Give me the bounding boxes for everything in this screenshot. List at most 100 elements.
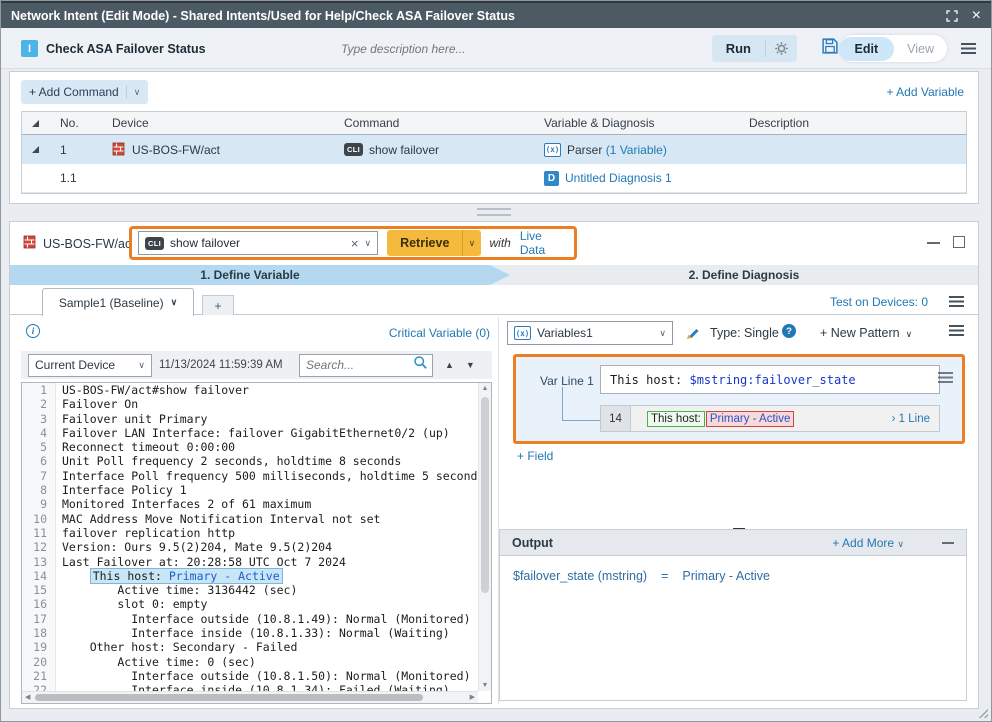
parser-icon: (x) — [544, 143, 561, 157]
header-menu-icon[interactable] — [961, 43, 976, 54]
scroll-right-icon[interactable]: ▶ — [470, 693, 475, 701]
collapse-row-icon[interactable] — [22, 146, 48, 153]
expand-icon[interactable] — [946, 10, 958, 22]
save-icon[interactable] — [821, 37, 839, 60]
command-value[interactable]: show failover — [170, 236, 345, 250]
run-button[interactable]: Run — [712, 41, 765, 56]
line-number: 5 — [22, 440, 56, 454]
table-row[interactable]: 1 US-BOS-FW/act CLI show failover (x) Pa… — [22, 135, 966, 164]
variable-icon: (x) — [514, 326, 531, 340]
device-scope-select[interactable]: Current Device ∨ — [28, 354, 152, 377]
scroll-up-icon[interactable]: ▲ — [479, 385, 491, 392]
line-number: 18 — [22, 626, 56, 640]
horizontal-scrollbar[interactable]: ◀ ▶ — [22, 691, 478, 703]
new-pattern-button[interactable]: + New Pattern∨ — [820, 326, 912, 340]
output-title: Output — [512, 536, 832, 550]
pattern-input[interactable]: This host: $mstring:failover_state — [600, 365, 940, 394]
clear-icon[interactable]: × — [351, 236, 359, 251]
row-number: 1.1 — [48, 171, 100, 185]
edit-view-toggle[interactable]: Edit View — [839, 35, 947, 62]
output-collapse-icon[interactable] — [942, 542, 954, 544]
step1-define-variable[interactable]: 1. Define Variable — [10, 265, 490, 285]
line-number: 13 — [22, 555, 56, 569]
command-text: show failover — [369, 143, 439, 157]
match-count-link[interactable]: › 1 Line — [892, 413, 930, 425]
add-field-link[interactable]: + Field — [517, 449, 553, 463]
help-icon[interactable]: ? — [782, 324, 796, 338]
chevron-down-icon[interactable]: ∨ — [134, 87, 141, 98]
collapse-all-icon[interactable] — [22, 120, 48, 127]
vertical-scroll-thumb[interactable] — [481, 397, 489, 593]
match-preview-row[interactable]: 14 This host: Primary - Active › 1 Line — [600, 405, 940, 432]
next-match-icon[interactable]: ▼ — [466, 360, 475, 370]
chevron-down-icon[interactable]: ∨ — [906, 329, 913, 339]
pattern-menu-icon[interactable] — [949, 325, 964, 336]
view-toggle-option[interactable]: View — [894, 37, 947, 61]
close-icon[interactable]: × — [972, 8, 981, 24]
tab-menu-icon[interactable] — [949, 296, 964, 307]
chevron-down-icon[interactable]: ∨ — [138, 360, 145, 371]
prev-match-icon[interactable]: ▲ — [445, 360, 454, 370]
chevron-down-icon[interactable]: ∨ — [364, 238, 371, 249]
tab-sample1-baseline[interactable]: Sample1 (Baseline) ∨ — [42, 288, 194, 316]
diagnosis-link[interactable]: Untitled Diagnosis 1 — [565, 171, 672, 185]
divider — [126, 85, 127, 99]
retrieve-button-group[interactable]: Retrieve ∨ — [387, 230, 480, 256]
horizontal-scroll-thumb[interactable] — [35, 694, 423, 701]
variables-select[interactable]: (x) Variables1 ∨ — [507, 321, 673, 345]
chevron-down-icon[interactable]: ∨ — [659, 328, 666, 339]
code-line: 1US-BOS-FW/act#show failover — [22, 383, 491, 397]
add-command-button[interactable]: + Add Command ∨ — [21, 80, 148, 104]
run-settings-gear-icon[interactable] — [766, 41, 797, 56]
col-no: No. — [48, 116, 100, 130]
search-input[interactable] — [306, 358, 413, 372]
vertical-scrollbar[interactable]: ▲ ▼ — [478, 383, 491, 691]
equals-sign: = — [661, 569, 668, 583]
parser-label[interactable]: Parser (1 Variable) — [567, 143, 667, 157]
search-icon[interactable] — [413, 355, 428, 375]
commands-panel: + Add Command ∨ + Add Variable No. Devic… — [9, 71, 979, 204]
code-line: 8Interface Policy 1 — [22, 483, 491, 497]
line-text: Active time: 0 (sec) — [56, 655, 256, 669]
panel-splitter[interactable] — [9, 205, 979, 219]
info-icon[interactable]: i — [26, 324, 40, 338]
add-more-button[interactable]: + Add More ∨ — [832, 534, 904, 552]
code-line: 7Interface Poll frequency 500 millisecon… — [22, 469, 491, 483]
scroll-down-icon[interactable]: ▼ — [479, 682, 491, 689]
match-value-highlight: Primary - Active — [706, 411, 795, 427]
live-data-link[interactable]: Live Data — [520, 229, 568, 257]
col-device: Device — [100, 116, 332, 130]
code-line: 6Unit Poll frequency 2 seconds, holdtime… — [22, 454, 491, 468]
var-line-menu-icon[interactable] — [938, 372, 953, 383]
line-text: Unit Poll frequency 2 seconds, holdtime … — [56, 454, 401, 468]
search-box[interactable] — [299, 354, 433, 377]
cli-output-lines: 1US-BOS-FW/act#show failover2Failover On… — [22, 383, 491, 704]
cli-output-box[interactable]: 1US-BOS-FW/act#show failover2Failover On… — [21, 382, 492, 704]
add-variable-link[interactable]: + Add Variable — [886, 85, 964, 99]
command-highlight-box: CLI show failover × ∨ Retrieve ∨ with Li… — [129, 226, 577, 260]
chevron-down-icon[interactable]: ∨ — [171, 297, 178, 308]
line-number: 2 — [22, 397, 56, 411]
table-header-row: No. Device Command Variable & Diagnosis … — [22, 112, 966, 135]
retrieve-button[interactable]: Retrieve — [387, 230, 462, 256]
scroll-left-icon[interactable]: ◀ — [25, 693, 30, 701]
collapse-icon[interactable] — [927, 242, 940, 244]
line-text: Version: Ours 9.5(2)204, Mate 9.5(2)204 — [56, 540, 332, 554]
splitter-grip-icon[interactable] — [477, 208, 511, 216]
retrieve-chevron-icon[interactable]: ∨ — [462, 230, 480, 256]
run-button-group[interactable]: Run — [712, 35, 797, 62]
edit-toggle-option[interactable]: Edit — [839, 37, 895, 61]
critical-variable-link[interactable]: Critical Variable (0) — [330, 326, 490, 340]
add-sample-tab[interactable]: + — [202, 295, 234, 315]
test-on-devices-link[interactable]: Test on Devices: 0 — [830, 295, 928, 309]
sample-tab-bar: Sample1 (Baseline) ∨ + Test on Devices: … — [10, 286, 978, 315]
edit-pencil-icon[interactable] — [686, 325, 700, 345]
maximize-icon[interactable] — [953, 236, 965, 248]
code-line: 5Reconnect timeout 0:00:00 — [22, 440, 491, 454]
table-row[interactable]: 1.1 D Untitled Diagnosis 1 — [22, 164, 966, 193]
command-combobox[interactable]: CLI show failover × ∨ — [138, 231, 378, 255]
step2-define-diagnosis[interactable]: 2. Define Diagnosis — [510, 265, 978, 285]
code-line: 19 Other host: Secondary - Failed — [22, 640, 491, 654]
description-input[interactable] — [341, 38, 561, 60]
line-text: Last Failover at: 20:28:58 UTC Oct 7 202… — [56, 555, 346, 569]
